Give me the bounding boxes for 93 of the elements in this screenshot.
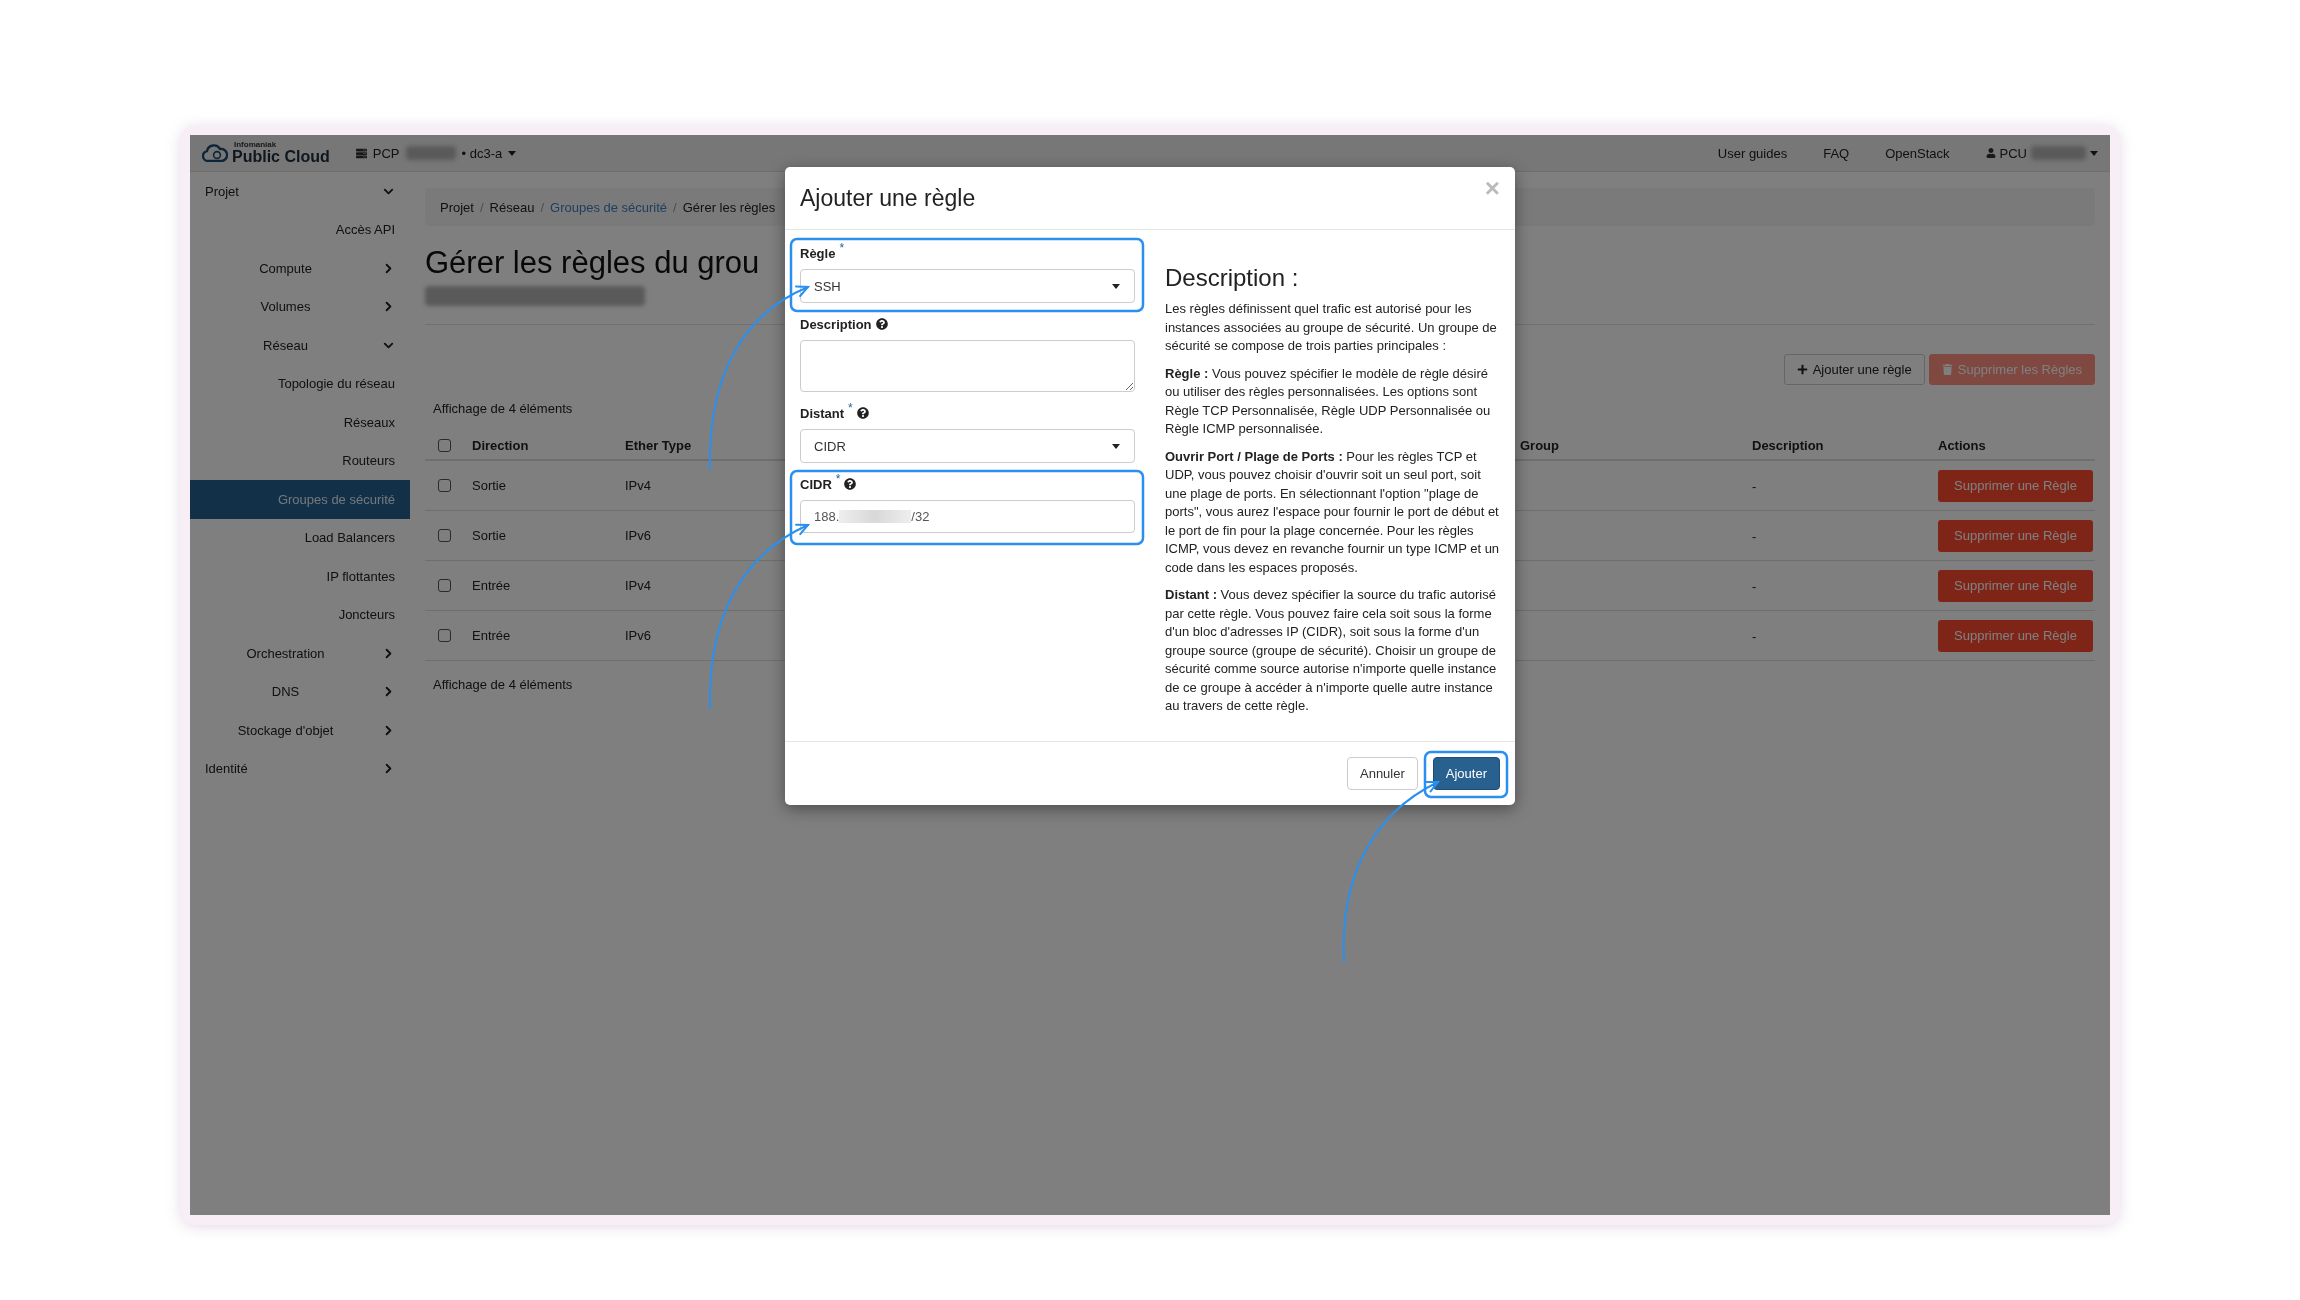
delete-rule-button[interactable]: Supprimer une Règle xyxy=(1938,619,2093,652)
select-field[interactable]: SSH xyxy=(800,269,1135,303)
help-paragraph: Les règles définissent quel trafic est autorisé pour les instances associées au groupe de sécurité. Un groupe de sécurité se compose de trois parties principales : xyxy=(1165,300,1498,355)
field-label: CIDR xyxy=(800,476,832,492)
user-name[interactable]: PCU xyxy=(1999,145,2027,161)
top-link[interactable]: FAQ xyxy=(1823,145,1850,161)
delete-rule-button[interactable]: Supprimer une Règle xyxy=(1938,519,2093,552)
blurred-text xyxy=(405,146,456,160)
nav-group[interactable]: Volumes xyxy=(190,287,410,326)
nav-item[interactable]: Accès API xyxy=(190,210,410,249)
help-paragraph: Ouvrir Port / Plage de Ports : Pour les règles TCP et UDP, vous pouvez choisir d'ouvrir soit un seul port, soit une plage de ports. En sélectionnant l'option "plage de ports", vous aurez l'espace pour fournir le port de début et le port de fin pour la plage concernée. Pour les règles ICMP, vous devez en revanche fournir un type ICMP et un code dans les espaces proposés. xyxy=(1165,447,1500,577)
table-cell: IPv6 xyxy=(625,528,651,543)
breadcrumb-item: Gérer les règles xyxy=(682,199,776,215)
required-mark: * xyxy=(848,401,853,415)
cloud-logo-icon xyxy=(202,144,228,162)
page-title: Gérer les règles du grou xyxy=(425,244,760,282)
help-paragraph: Règle : Vous pouvez spécifier le modèle de règle désiré ou utiliser des règles personnalisées. Les options sont Règle TCP Personnalisée, Règle UDP Personnalisée ou Règle ICMP personnalisée. xyxy=(1165,364,1492,438)
row-checkbox[interactable] xyxy=(438,579,451,592)
breadcrumb-item: Projet xyxy=(440,199,474,215)
breadcrumb-link[interactable]: Groupes de sécurité xyxy=(550,199,668,215)
field-label: Distant xyxy=(800,405,845,421)
table-info: Affichage de 4 éléments xyxy=(433,676,573,694)
column-header: Description xyxy=(1752,437,1824,453)
nav-item[interactable]: Topologie du réseau xyxy=(190,364,410,403)
blurred-text xyxy=(2031,146,2086,160)
caret-icon xyxy=(1112,283,1120,289)
nav-item[interactable]: Load Balancers xyxy=(190,518,410,557)
delete-rule-button[interactable]: Supprimer une Règle xyxy=(1938,469,2093,502)
breadcrumb-item: Réseau xyxy=(489,199,535,215)
cancel-button[interactable]: Annuler xyxy=(1347,757,1418,790)
nav-item[interactable]: IP flottantes xyxy=(190,557,410,596)
server-icon xyxy=(355,147,367,159)
caret-icon xyxy=(1112,443,1120,449)
add-button[interactable]: Ajouter xyxy=(1432,757,1500,790)
user-icon xyxy=(1985,148,1996,158)
plus-icon xyxy=(1796,364,1808,375)
table-cell: IPv4 xyxy=(625,478,651,493)
brand-subtitle: Infomaniak xyxy=(234,141,278,149)
address-input[interactable]: 188. /32 xyxy=(800,500,1135,533)
dialog-title: Ajouter une règle xyxy=(800,184,976,212)
add-rule-button[interactable]: Ajouter une règle xyxy=(1783,354,1925,385)
required-mark: * xyxy=(839,241,845,255)
nav-item[interactable]: Routeurs xyxy=(190,441,410,480)
row-checkbox[interactable] xyxy=(438,629,451,642)
nav-item[interactable]: Joncteurs xyxy=(190,595,410,634)
table-cell: IPv4 xyxy=(625,578,651,593)
row-checkbox[interactable] xyxy=(438,479,451,492)
table-cell: Entrée xyxy=(472,578,511,593)
nav-group[interactable]: Projet xyxy=(190,172,410,211)
help-icon[interactable] xyxy=(875,318,888,330)
table-cell: Sortie xyxy=(472,478,506,493)
help-icon[interactable] xyxy=(856,407,869,419)
table-cell: - xyxy=(1752,528,1757,544)
help-paragraph: Distant : Vous devez spécifier la source du trafic autorisé par cette règle. Vous pouvez faire cela soit sous la forme d'un bloc d'adresses IP (CIDR), soit sous la forme d'un groupe source (groupe de sécurité). Choisir un groupe de sécurité comme source autorise n'importe quelle instance de ce groupe à accéder à n'importe quelle autre instance au travers de cette règle. xyxy=(1165,586,1498,715)
region-selector[interactable]: • dc3-a xyxy=(461,145,503,161)
help-title: Description : xyxy=(1165,264,1300,292)
breadcrumb-separator: / xyxy=(479,199,484,215)
top-link[interactable]: OpenStack xyxy=(1885,145,1950,161)
required-mark: * xyxy=(835,472,841,486)
column-header: Ether Type xyxy=(625,437,692,453)
nav-item[interactable]: Réseaux xyxy=(190,403,410,442)
caret-icon xyxy=(2090,150,2098,156)
column-header: Actions xyxy=(1938,437,1986,453)
select-all-checkbox[interactable] xyxy=(438,438,451,452)
field-label: Description xyxy=(800,316,872,332)
project-label: PCP xyxy=(372,145,400,161)
row-checkbox[interactable] xyxy=(438,529,451,542)
delete-rule-button[interactable]: Supprimer une Règle xyxy=(1938,569,2093,602)
nav-group[interactable]: Compute xyxy=(190,249,410,288)
nav-group[interactable]: Orchestration xyxy=(190,634,410,673)
table-cell: Sortie xyxy=(472,528,506,543)
nav-group[interactable]: Réseau xyxy=(190,326,410,365)
table-cell: - xyxy=(1752,478,1757,494)
brand-name: Public Cloud xyxy=(232,149,330,165)
caret-icon xyxy=(508,150,517,156)
breadcrumb-separator: / xyxy=(673,199,677,215)
nav-group[interactable]: DNS xyxy=(190,672,410,711)
description-field[interactable] xyxy=(800,340,1135,392)
table-info: Affichage de 4 éléments xyxy=(433,400,573,418)
nav-group[interactable]: Identité xyxy=(190,749,410,788)
nav-item[interactable]: Groupes de sécurité xyxy=(190,480,410,519)
top-link[interactable]: User guides xyxy=(1717,145,1788,161)
column-header: Group xyxy=(1520,437,1559,453)
table-cell: - xyxy=(1752,628,1757,644)
breadcrumb-separator: / xyxy=(540,199,545,215)
select-field[interactable]: CIDR xyxy=(800,429,1135,463)
help-icon[interactable] xyxy=(844,478,857,490)
nav-group[interactable]: Stockage d'objet xyxy=(190,711,410,750)
table-cell: Entrée xyxy=(472,628,511,643)
field-label: Règle xyxy=(800,245,836,261)
column-header: Direction xyxy=(472,437,529,453)
table-cell: - xyxy=(1752,578,1757,594)
table-cell: IPv6 xyxy=(625,628,651,643)
